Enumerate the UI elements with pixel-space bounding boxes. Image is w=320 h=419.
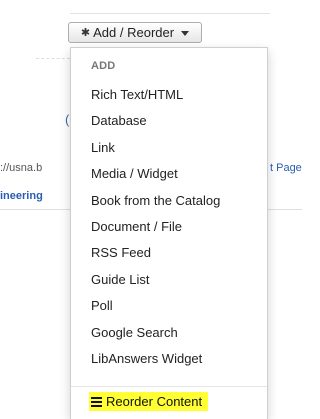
- background-divider: [268, 209, 302, 210]
- top-divider: [70, 13, 270, 14]
- add-reorder-label: Add / Reorder: [93, 25, 175, 40]
- menu-list: Rich Text/HTML Database Link Media / Wid…: [71, 82, 267, 372]
- menu-item-rich-text-html[interactable]: Rich Text/HTML: [71, 82, 267, 108]
- background-divider: [0, 209, 70, 210]
- menu-item-document-file[interactable]: Document / File: [71, 214, 267, 240]
- caret-down-icon: [181, 31, 190, 36]
- menu-item-media-widget[interactable]: Media / Widget: [71, 161, 267, 187]
- background-dashed-line: [36, 58, 70, 60]
- menu-item-rss-feed[interactable]: RSS Feed: [71, 240, 267, 266]
- menu-item-google-search[interactable]: Google Search: [71, 320, 267, 346]
- menu-item-poll[interactable]: Poll: [71, 293, 267, 319]
- background-fragment: (: [65, 112, 70, 127]
- menu-item-libanswers-widget[interactable]: LibAnswers Widget: [71, 346, 267, 372]
- background-url-text: ://usna.b: [0, 162, 43, 174]
- menu-item-database[interactable]: Database: [71, 108, 267, 134]
- background-page-link[interactable]: t Page: [270, 162, 302, 174]
- gear-icon: ✱: [80, 27, 91, 39]
- background-engineering-link[interactable]: ineering: [0, 190, 43, 202]
- menu-item-guide-list[interactable]: Guide List: [71, 267, 267, 293]
- bars-icon: [91, 396, 102, 407]
- menu-divider: [71, 386, 267, 387]
- menu-header-add: ADD: [91, 60, 116, 72]
- add-reorder-button[interactable]: ✱ Add / Reorder: [68, 22, 202, 43]
- reorder-content-label: Reorder Content: [106, 394, 203, 409]
- menu-item-link[interactable]: Link: [71, 135, 267, 161]
- menu-item-book-from-catalog[interactable]: Book from the Catalog: [71, 188, 267, 214]
- add-reorder-dropdown: ADD Rich Text/HTML Database Link Media /…: [70, 47, 268, 419]
- reorder-content-item[interactable]: Reorder Content: [89, 392, 209, 411]
